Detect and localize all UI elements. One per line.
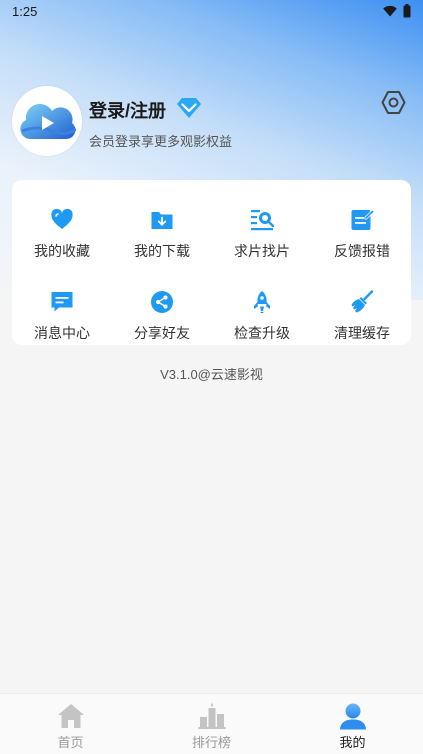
home-icon (58, 704, 84, 728)
share-icon (151, 291, 173, 313)
settings-icon[interactable] (381, 90, 406, 115)
message-icon (51, 292, 73, 312)
menu-item-label: 我的收藏 (34, 243, 90, 259)
status-icons (383, 4, 411, 18)
menu-item-label: 我的下载 (134, 243, 190, 259)
rocket-icon (254, 291, 270, 314)
status-time: 1:25 (12, 4, 38, 19)
broom-icon (351, 290, 374, 313)
menu-item-label: 消息中心 (34, 325, 90, 341)
wifi-icon (383, 5, 397, 17)
battery-icon (403, 4, 411, 18)
heart-icon (51, 208, 73, 229)
vip-diamond-icon (177, 98, 201, 118)
menu-item-label: 反馈报错 (334, 243, 390, 259)
menu-item-check-update[interactable]: 检查升级 (212, 274, 312, 341)
tab-ranking[interactable]: 排行榜 (141, 694, 282, 754)
menu-item-clear-cache[interactable]: 清理缓存 (312, 274, 412, 341)
tab-label: 排行榜 (191, 735, 231, 750)
menu-item-favorites[interactable]: 我的收藏 (12, 192, 112, 259)
feedback-edit-icon (351, 209, 374, 230)
menu-item-downloads[interactable]: 我的下载 (112, 192, 212, 259)
login-subtitle: 会员登录享更多观影权益 (89, 134, 233, 149)
menu-item-request-movie[interactable]: 求片找片 (212, 192, 312, 259)
menu-item-share[interactable]: 分享好友 (112, 274, 212, 341)
tab-label: 首页 (57, 735, 84, 750)
tab-mine[interactable]: 我的 (282, 694, 423, 754)
menu-item-label: 分享好友 (134, 325, 190, 341)
ranking-icon (198, 703, 226, 729)
version-label: V3.1.0@云速影视 (160, 367, 263, 382)
bottom-tab-bar: 首页 排行榜 我的 (0, 693, 423, 754)
menu-item-label: 清理缓存 (334, 325, 390, 341)
search-list-icon (251, 210, 274, 231)
user-icon (340, 703, 366, 730)
menu-item-messages[interactable]: 消息中心 (12, 274, 112, 341)
menu-item-feedback[interactable]: 反馈报错 (312, 192, 412, 259)
menu-item-label: 求片找片 (234, 243, 290, 259)
menu-grid: 我的收藏 我的下载 求片找片 反馈报错 消息中心 分享好友 检查升级 清理缓存 (12, 180, 411, 345)
profile-section[interactable]: 登录/注册 会员登录享更多观影权益 (12, 86, 412, 158)
status-bar: 1:25 (0, 0, 423, 24)
download-folder-icon (151, 212, 173, 229)
login-register-title[interactable]: 登录/注册 (89, 97, 166, 123)
menu-item-label: 检查升级 (234, 325, 290, 341)
tab-label: 我的 (339, 735, 366, 750)
avatar[interactable] (12, 86, 82, 156)
tab-home[interactable]: 首页 (0, 694, 141, 754)
app-logo-icon (20, 103, 76, 140)
